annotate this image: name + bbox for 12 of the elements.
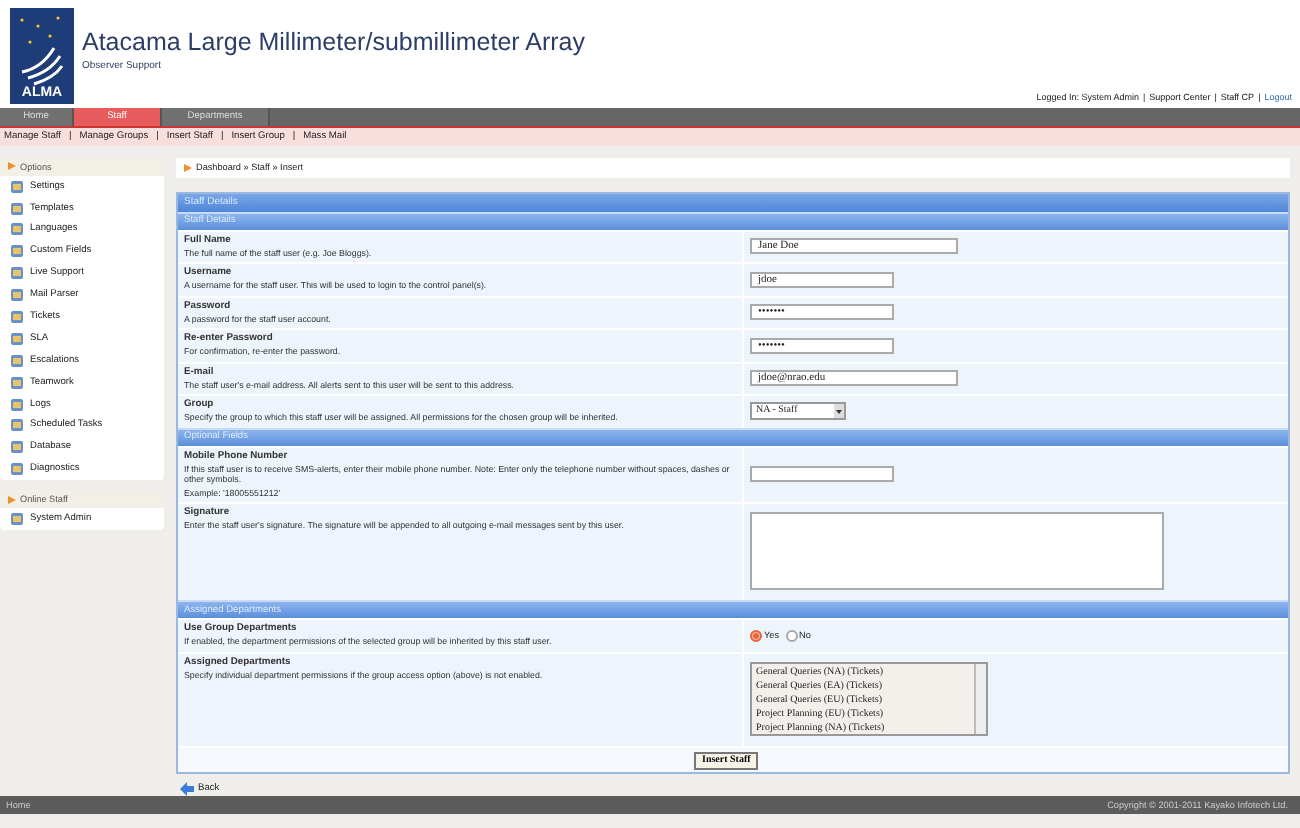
bullet-icon <box>8 495 16 504</box>
bullet-icon <box>184 163 192 172</box>
radio-button[interactable] <box>785 629 797 642</box>
back-arrow-icon <box>180 781 194 796</box>
menu-item-icon <box>10 512 24 527</box>
dropdown-arrow-icon <box>834 404 844 419</box>
bullet-icon <box>8 162 16 171</box>
input-field[interactable] <box>750 466 894 483</box>
scrollbar[interactable] <box>974 663 986 734</box>
radio-button[interactable] <box>750 629 762 642</box>
signature-textarea[interactable] <box>750 512 1164 591</box>
site-title: Atacama Large Millimeter/submillimeter Array <box>82 28 585 56</box>
